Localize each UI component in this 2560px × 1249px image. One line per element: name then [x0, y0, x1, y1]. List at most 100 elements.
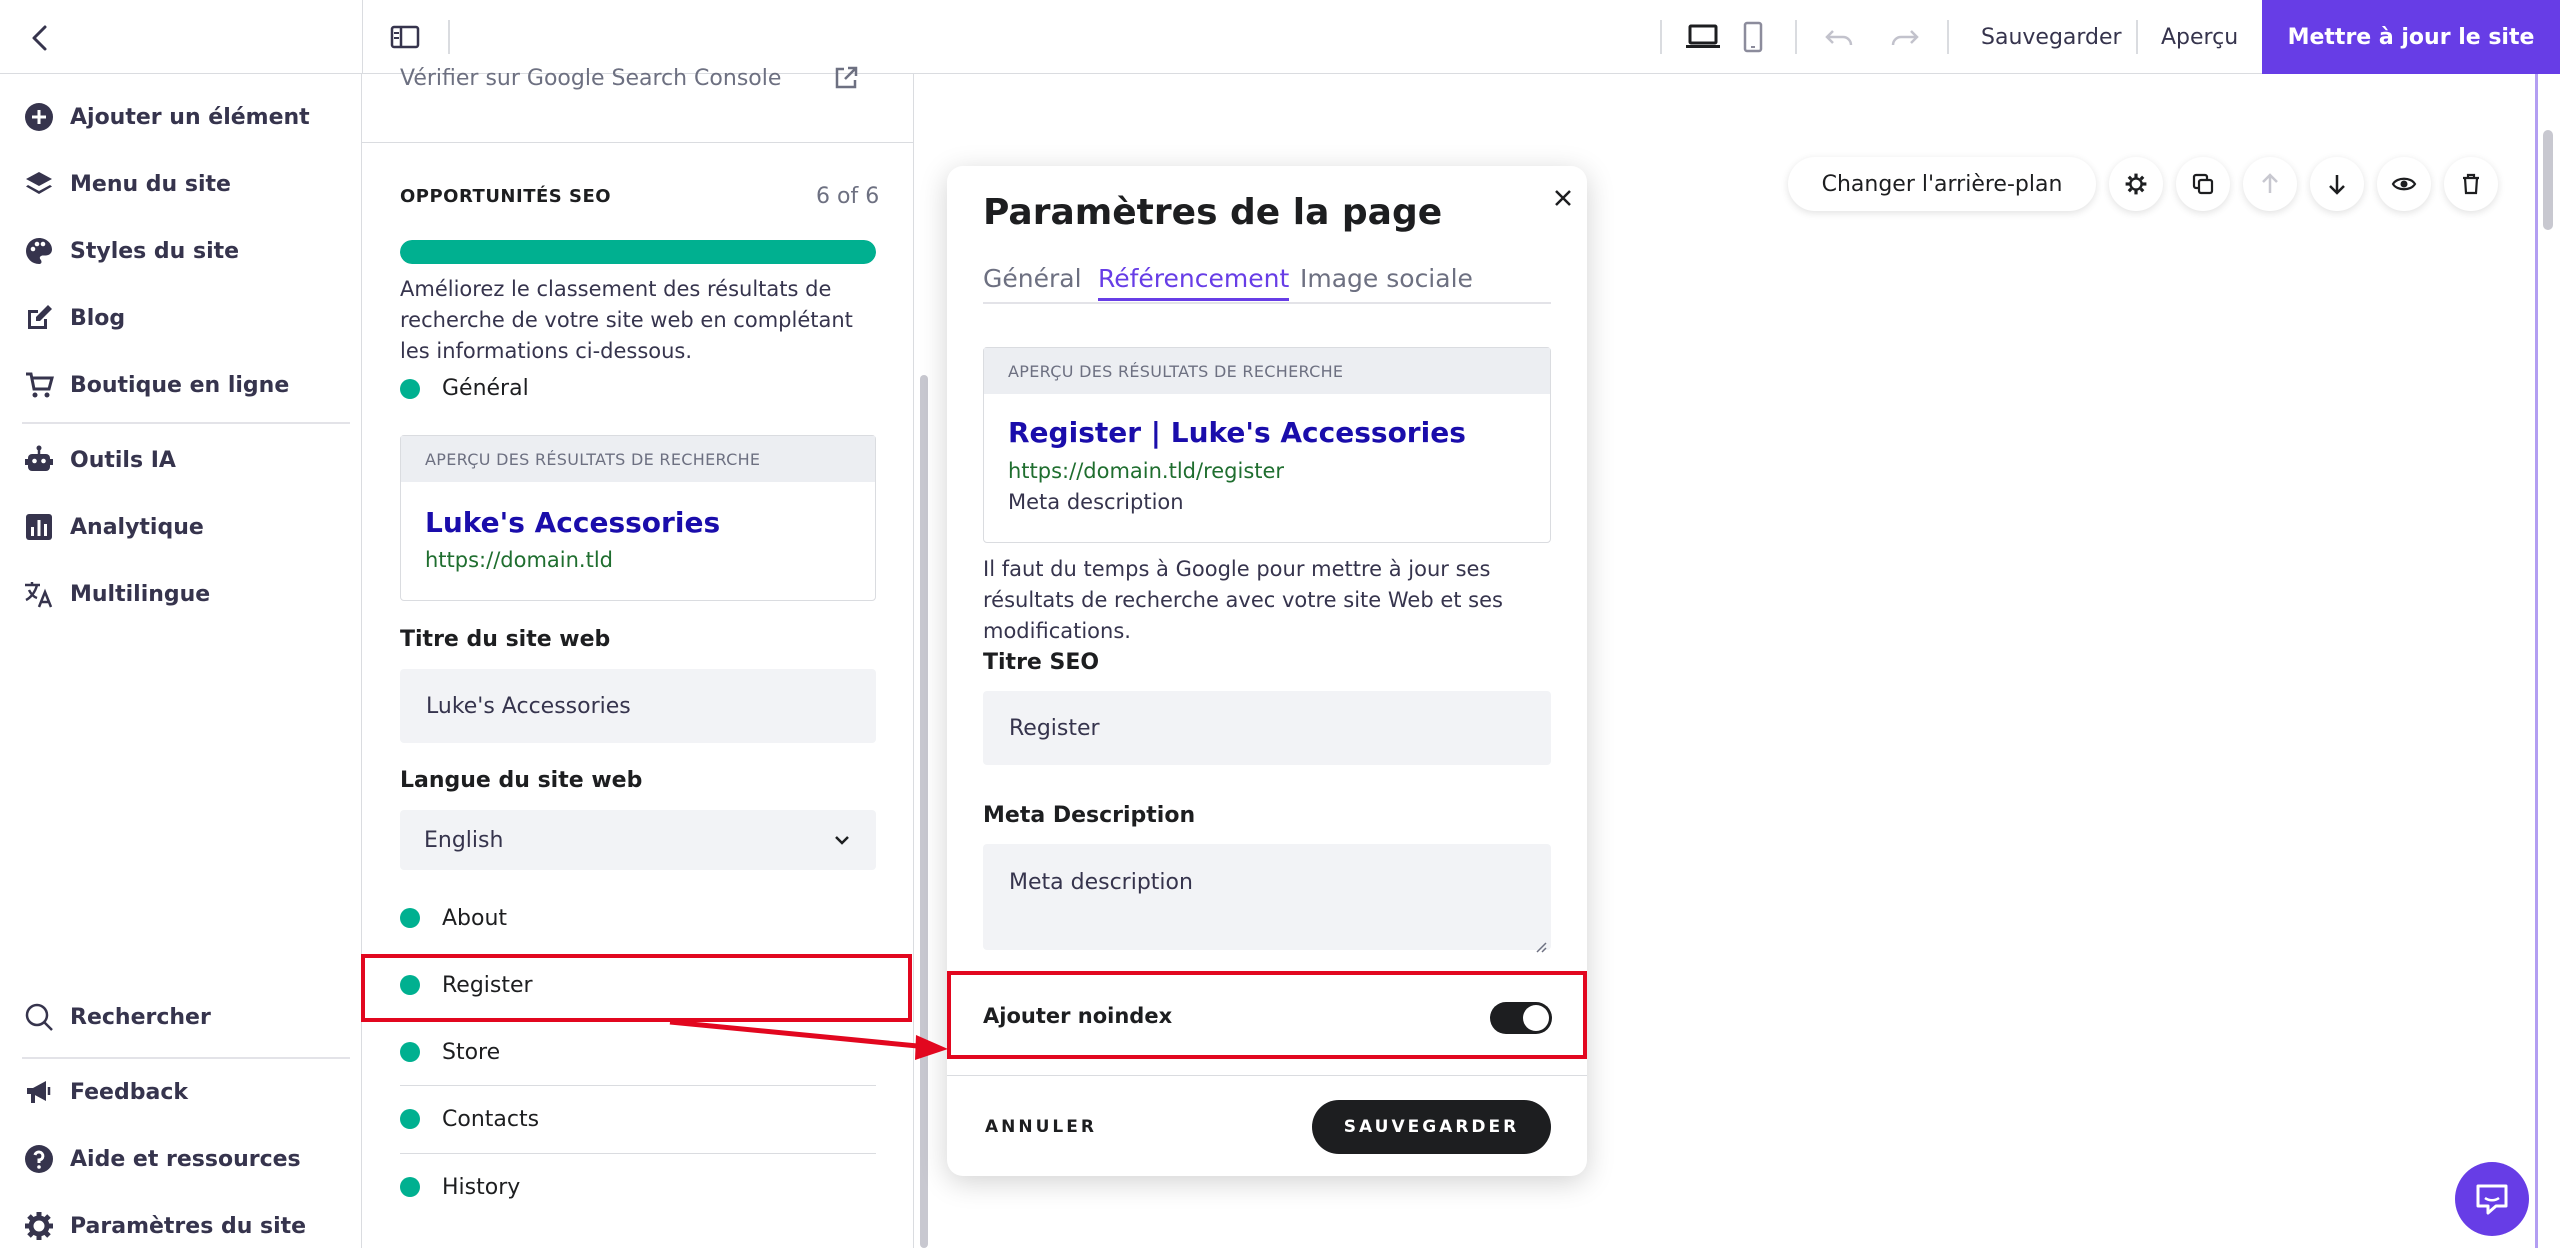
sidebar-item-label: Outils IA	[70, 447, 176, 473]
sidebar-item-help[interactable]: Aide et ressources	[22, 1136, 301, 1182]
redo-icon[interactable]	[1886, 18, 1924, 56]
sidebar-toggle-icon[interactable]	[386, 18, 424, 56]
sidebar-item-analytics[interactable]: Analytique	[22, 504, 204, 550]
sidebar-item-label: Styles du site	[70, 238, 240, 264]
sidebar-item-multilingual[interactable]: Multilingue	[22, 571, 210, 617]
sidebar-item-blog[interactable]: Blog	[22, 295, 125, 341]
save-button[interactable]: Sauvegarder	[1981, 0, 2122, 74]
meta-description-textarea[interactable]: Meta description	[983, 844, 1551, 953]
page-row-contacts[interactable]: Contacts	[400, 1086, 876, 1152]
sidebar-item-label: Ajouter un élément	[70, 104, 310, 130]
sidebar-item-site-styles[interactable]: Styles du site	[22, 228, 239, 274]
seo-title-input[interactable]: Register	[983, 691, 1551, 765]
top-bar: Sauvegarder Aperçu Mettre à jour le site	[0, 0, 2560, 74]
annotation-highlight-noindex	[947, 971, 1587, 1059]
settings-gear-icon[interactable]	[2109, 157, 2163, 211]
search-preview-header: APERÇU DES RÉSULTATS DE RECHERCHE	[401, 436, 875, 482]
tab-seo[interactable]: Référencement	[1098, 264, 1290, 301]
edit-icon	[22, 301, 56, 335]
site-language-value: English	[424, 827, 504, 853]
megaphone-icon	[22, 1075, 56, 1109]
cart-icon	[22, 368, 56, 402]
update-site-button[interactable]: Mettre à jour le site	[2262, 0, 2560, 74]
duplicate-icon[interactable]	[2176, 157, 2230, 211]
annotation-arrow	[669, 1019, 948, 1060]
general-status-row[interactable]: Général	[400, 376, 529, 401]
visibility-eye-icon[interactable]	[2377, 157, 2431, 211]
site-language-label: Langue du site web	[400, 768, 643, 793]
status-dot	[400, 378, 420, 399]
help-icon	[22, 1142, 56, 1176]
search-preview-url: https://domain.tld/register	[1008, 459, 1285, 483]
search-preview-description: Meta description	[1008, 490, 1184, 514]
sidebar-item-label: Analytique	[70, 514, 204, 540]
page-row-about[interactable]: About	[400, 885, 876, 951]
page-name: History	[442, 1174, 521, 1200]
topbar-divider	[362, 0, 363, 74]
gear-icon	[22, 1209, 56, 1243]
google-update-info: Il faut du temps à Google pour mettre à …	[983, 557, 1503, 643]
sidebar-item-feedback[interactable]: Feedback	[22, 1069, 188, 1115]
sidebar-item-site-settings[interactable]: Paramètres du site	[22, 1203, 306, 1249]
toolbar-separator	[448, 20, 450, 54]
external-link-icon[interactable]	[832, 64, 862, 94]
sidebar-item-label: Boutique en ligne	[70, 372, 290, 398]
seo-progress-bar	[400, 240, 876, 264]
plus-circle-icon	[22, 100, 56, 134]
sidebar-item-add-element[interactable]: Ajouter un élément	[22, 94, 310, 140]
desktop-view-icon[interactable]	[1684, 18, 1722, 56]
tab-general[interactable]: Général	[983, 264, 1082, 293]
change-background-button[interactable]: Changer l'arrière-plan	[1788, 157, 2096, 211]
modal-search-preview-card: APERÇU DES RÉSULTATS DE RECHERCHE Regist…	[983, 347, 1551, 543]
modal-title: Paramètres de la page	[983, 192, 1443, 233]
page-name: Contacts	[442, 1106, 540, 1132]
move-up-icon[interactable]	[2243, 157, 2297, 211]
site-title-input[interactable]: Luke's Accessories	[400, 669, 876, 743]
modal-save-button[interactable]: SAUVEGARDER	[1312, 1100, 1551, 1154]
layers-icon	[22, 167, 56, 201]
meta-description-value: Meta description	[1009, 870, 1193, 895]
status-dot	[400, 1109, 420, 1129]
canvas-selection-edge	[2535, 74, 2538, 1248]
undo-icon[interactable]	[1820, 18, 1858, 56]
sidebar-item-label: Rechercher	[70, 1004, 211, 1030]
delete-trash-icon[interactable]	[2444, 157, 2498, 211]
back-arrow-icon[interactable]	[22, 20, 58, 56]
verify-search-console-link[interactable]: Vérifier sur Google Search Console	[400, 66, 781, 91]
search-preview-url: https://domain.tld	[425, 548, 613, 572]
modal-footer-divider	[947, 1075, 1587, 1076]
page-row-history[interactable]: History	[400, 1154, 876, 1220]
site-language-select[interactable]: English	[400, 810, 876, 870]
seo-panel-scrollbar[interactable]	[920, 375, 928, 1248]
cancel-button[interactable]: ANNULER	[985, 1117, 1097, 1137]
tab-social-image[interactable]: Image sociale	[1300, 264, 1473, 293]
seo-opportunities-count: 6 of 6	[816, 184, 880, 209]
sidebar-item-label: Feedback	[70, 1079, 188, 1105]
seo-title-label: Titre SEO	[983, 650, 1100, 675]
general-label: Général	[442, 376, 529, 401]
seo-description: Améliorez le classement des résultats de…	[400, 277, 853, 363]
chat-support-icon[interactable]	[2455, 1162, 2529, 1236]
site-title-label: Titre du site web	[400, 627, 611, 652]
sidebar-item-site-menu[interactable]: Menu du site	[22, 161, 231, 207]
sidebar-item-label: Aide et ressources	[70, 1146, 301, 1172]
palette-icon	[22, 234, 56, 268]
robot-icon	[22, 443, 56, 477]
canvas-scrollbar[interactable]	[2543, 130, 2553, 230]
resize-handle-icon[interactable]	[1535, 934, 1547, 959]
page-name: About	[442, 905, 508, 931]
sidebar-item-label: Multilingue	[70, 581, 211, 607]
sidebar-item-label: Paramètres du site	[70, 1213, 307, 1239]
page-name: Store	[442, 1039, 501, 1065]
sidebar-item-online-store[interactable]: Boutique en ligne	[22, 362, 289, 408]
preview-button[interactable]: Aperçu	[2161, 0, 2238, 74]
sidebar-item-search[interactable]: Rechercher	[22, 994, 211, 1040]
chart-icon	[22, 510, 56, 544]
sidebar-item-ai-tools[interactable]: Outils IA	[22, 437, 176, 483]
mobile-view-icon[interactable]	[1734, 18, 1772, 56]
tabs-underline	[983, 302, 1551, 304]
status-dot	[400, 1042, 420, 1062]
move-down-icon[interactable]	[2310, 157, 2364, 211]
close-icon[interactable]	[1545, 180, 1581, 216]
chevron-down-icon	[832, 830, 852, 856]
